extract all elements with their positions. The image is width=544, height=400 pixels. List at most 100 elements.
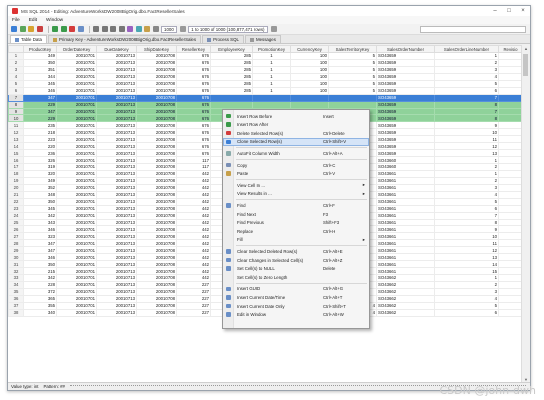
tab-table-data[interactable]: Table Data — [10, 35, 47, 43]
table-cell[interactable]: 7 — [434, 211, 499, 220]
context-menu-item[interactable]: View Results in ... ▸ — [223, 190, 369, 198]
table-cell[interactable]: 236 — [23, 149, 57, 158]
context-menu-item[interactable]: Set Cell(s) to NULL Delete — [223, 265, 369, 273]
table-cell[interactable]: 347 — [23, 239, 57, 248]
table-cell[interactable]: 20010713 — [96, 301, 137, 310]
row-number[interactable]: 32 — [8, 267, 24, 275]
table-cell[interactable] — [498, 135, 522, 144]
table-cell[interactable]: SO43661 — [376, 176, 435, 185]
table-cell[interactable]: SO43662 — [376, 301, 435, 310]
table-cell[interactable] — [498, 128, 522, 137]
vertical-scrollbar[interactable]: ▲ ▼ — [521, 45, 529, 383]
row-number[interactable]: 37 — [8, 301, 24, 310]
row-number[interactable]: 21 — [8, 190, 24, 199]
table-cell[interactable]: 20010713 — [96, 204, 137, 213]
table-cell[interactable]: 20010713 — [96, 190, 137, 199]
table-cell[interactable]: 442 — [176, 253, 211, 262]
table-cell[interactable]: 349 — [23, 52, 57, 60]
table-cell[interactable]: 442 — [176, 197, 211, 206]
row-number[interactable]: 23 — [8, 204, 24, 213]
table-cell[interactable]: 20010713 — [96, 93, 137, 102]
table-cell[interactable]: SO43661 — [376, 239, 435, 248]
row-number[interactable]: 30 — [8, 253, 24, 262]
table-cell[interactable]: 20010701 — [56, 156, 97, 164]
table-cell[interactable]: 442 — [176, 183, 211, 192]
menu-window[interactable]: Window — [46, 18, 63, 23]
table-cell[interactable] — [498, 52, 522, 60]
column-header[interactable]: ProductKey — [23, 45, 57, 53]
refresh-icon[interactable] — [19, 26, 26, 32]
table-cell[interactable]: 442 — [176, 225, 211, 234]
table-cell[interactable]: 20010713 — [96, 253, 137, 262]
table-cell[interactable]: 20010708 — [136, 156, 177, 164]
context-menu-item[interactable]: Fill ▸ — [223, 236, 369, 244]
table-cell[interactable]: 100 — [290, 58, 329, 67]
table-cell[interactable] — [498, 169, 522, 178]
menu-file[interactable]: File — [12, 18, 20, 23]
table-cell[interactable]: SO43662 — [376, 274, 435, 282]
row-number[interactable]: 25 — [8, 218, 24, 227]
cancel-icon[interactable] — [36, 26, 43, 32]
table-cell[interactable]: 2 — [434, 163, 499, 171]
table-cell[interactable]: 676 — [176, 79, 211, 88]
table-cell[interactable]: 20010713 — [96, 246, 137, 255]
table-cell[interactable]: 442 — [176, 246, 211, 255]
table-cell[interactable]: 5 — [328, 65, 377, 74]
table-cell[interactable]: 349 — [23, 176, 57, 185]
table-cell[interactable] — [498, 190, 522, 199]
row-number[interactable]: 1 — [8, 52, 24, 60]
column-header[interactable]: SalesOrderLineNumber — [434, 45, 499, 53]
table-cell[interactable]: 442 — [176, 190, 211, 199]
table-cell[interactable]: 2 — [434, 176, 499, 185]
table-cell[interactable] — [210, 93, 253, 102]
table-cell[interactable]: 320 — [23, 169, 57, 178]
table-cell[interactable]: 20010701 — [56, 58, 97, 67]
table-cell[interactable]: 676 — [176, 114, 211, 123]
row-number[interactable]: 28 — [8, 239, 24, 248]
table-cell[interactable]: 20010713 — [96, 121, 137, 130]
table-cell[interactable]: 20010708 — [136, 163, 177, 171]
table-cell[interactable]: 20010708 — [136, 169, 177, 178]
table-cell[interactable]: 20010708 — [136, 211, 177, 220]
table-cell[interactable]: 285 — [210, 79, 253, 88]
table-cell[interactable]: 20010713 — [96, 197, 137, 206]
table-cell[interactable]: 20010701 — [56, 197, 97, 206]
table-cell[interactable] — [328, 100, 377, 109]
table-cell[interactable]: 229 — [23, 100, 57, 109]
table-cell[interactable]: SO43659 — [376, 107, 435, 116]
row-number[interactable]: 5 — [8, 79, 24, 88]
table-cell[interactable]: 12 — [434, 142, 499, 151]
table-cell[interactable]: 20010713 — [96, 52, 137, 60]
table-cell[interactable]: 117 — [176, 163, 211, 171]
table-cell[interactable]: 20010713 — [96, 308, 137, 317]
table-cell[interactable]: 343 — [23, 218, 57, 227]
table-cell[interactable]: 4 — [434, 190, 499, 199]
table-cell[interactable]: 355 — [23, 301, 57, 310]
table-cell[interactable]: 11 — [434, 135, 499, 144]
table-cell[interactable]: 20010708 — [136, 79, 177, 88]
table-cell[interactable]: 340 — [23, 308, 57, 317]
table-cell[interactable]: SO43661 — [376, 190, 435, 199]
next-page-icon[interactable] — [110, 26, 116, 32]
table-cell[interactable]: 20010708 — [136, 86, 177, 95]
table-cell[interactable]: 442 — [176, 176, 211, 185]
table-cell[interactable]: 1 — [252, 52, 291, 60]
table-cell[interactable]: 323 — [23, 232, 57, 241]
table-cell[interactable]: 20010708 — [136, 204, 177, 213]
table-cell[interactable]: 229 — [23, 114, 57, 123]
table-cell[interactable]: 676 — [176, 128, 211, 137]
table-cell[interactable]: 2 — [434, 58, 499, 67]
table-cell[interactable]: 346 — [23, 253, 57, 262]
table-cell[interactable]: 5 — [328, 52, 377, 60]
table-cell[interactable]: 1 — [434, 52, 499, 60]
table-cell[interactable]: 20010713 — [96, 287, 137, 296]
table-cell[interactable]: 20010713 — [96, 65, 137, 74]
table-cell[interactable]: 215 — [23, 267, 57, 275]
table-cell[interactable] — [498, 183, 522, 192]
table-cell[interactable]: 342 — [23, 211, 57, 220]
table-cell[interactable]: 20010713 — [96, 232, 137, 241]
row-number[interactable]: 12 — [8, 128, 24, 137]
add-row-icon[interactable] — [52, 26, 58, 32]
table-cell[interactable]: 319 — [23, 163, 57, 171]
insert-row-icon[interactable] — [60, 26, 67, 32]
